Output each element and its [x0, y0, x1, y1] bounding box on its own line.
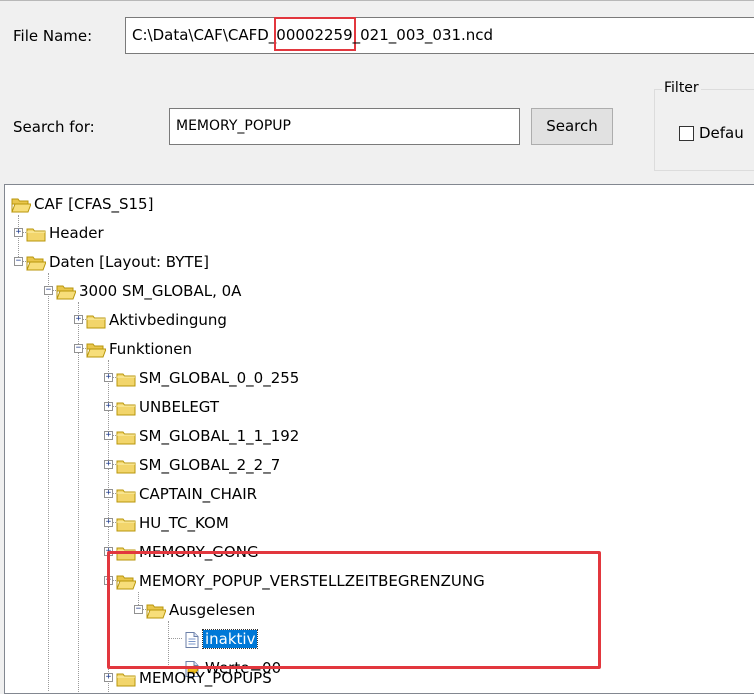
search-input-value: MEMORY_POPUP [176, 118, 292, 134]
caf-tree-view[interactable]: + − − + − + + + + + + + − − + CAF [CFAS_… [4, 184, 754, 694]
search-label: Search for: [13, 118, 95, 136]
file-name-label: File Name: [13, 27, 93, 45]
document-icon [182, 632, 202, 648]
expand-function-toggle[interactable]: + [104, 431, 113, 440]
folder-icon [116, 429, 136, 445]
folder-icon [116, 545, 136, 561]
expand-function-toggle[interactable]: + [104, 518, 113, 527]
tree-item-label: SM_GLOBAL_0_0_255 [139, 369, 300, 387]
tree-line [18, 215, 19, 261]
collapse-daten-toggle[interactable]: − [14, 257, 23, 266]
file-path-highlighted-id: 00002259 [274, 17, 357, 51]
folder-open-icon [116, 574, 136, 590]
folder-icon [116, 516, 136, 532]
tree-line [168, 667, 182, 668]
default-filter-checkbox[interactable] [679, 126, 694, 141]
file-path-prefix: C:\Data\CAF\CAFD_ [132, 26, 277, 44]
folder-icon [116, 487, 136, 503]
expand-function-toggle[interactable]: + [104, 402, 113, 411]
tree-item-label: Ausgelesen [169, 601, 256, 619]
tree-line [48, 273, 49, 691]
folder-open-icon [86, 342, 106, 358]
folder-icon [116, 671, 136, 687]
collapse-sm-global-toggle[interactable]: − [44, 286, 53, 295]
tree-item-label-selected: inaktiv [201, 629, 259, 649]
search-input[interactable]: MEMORY_POPUP [169, 108, 520, 145]
file-path-suffix: _021_003_031.ncd [352, 26, 494, 44]
expand-function-toggle[interactable]: + [104, 489, 113, 498]
folder-icon [116, 371, 136, 387]
collapse-verstell-toggle[interactable]: − [104, 576, 113, 585]
search-button[interactable]: Search [531, 108, 613, 145]
tree-item-label: MEMORY_POPUP_VERSTELLZEITBEGRENZUNG [139, 572, 485, 590]
tree-item-label: MEMORY_GONG [139, 543, 259, 561]
tree-item-label: Funktionen [109, 340, 192, 358]
tree-line [168, 621, 169, 667]
tree-item-label: HU_TC_KOM [139, 514, 229, 532]
window-top-border [0, 0, 754, 1]
collapse-funktionen-toggle[interactable]: − [74, 344, 83, 353]
tree-item-label: Header [49, 224, 104, 242]
expand-function-toggle[interactable]: + [104, 373, 113, 382]
tree-item-label: SM_GLOBAL_1_1_192 [139, 427, 300, 445]
filter-legend: Filter [662, 80, 701, 96]
file-name-field[interactable]: C:\Data\CAF\CAFD_00002259_021_003_031.nc… [125, 17, 754, 54]
default-filter-label: Defau [699, 124, 744, 142]
file-path-text: C:\Data\CAF\CAFD_00002259_021_003_031.nc… [132, 17, 494, 51]
folder-open-icon [56, 284, 76, 300]
expand-aktivbedingung-toggle[interactable]: + [74, 315, 83, 324]
folder-open-icon [26, 255, 46, 271]
tree-item-label: CAF [CFAS_S15] [34, 195, 154, 213]
expand-popups-toggle[interactable]: + [104, 673, 113, 682]
folder-icon [116, 400, 136, 416]
folder-open-icon [146, 603, 166, 619]
folder-icon [86, 313, 106, 329]
tree-item-label: UNBELEGT [139, 398, 220, 416]
expand-function-toggle[interactable]: + [104, 460, 113, 469]
tree-line [168, 638, 182, 639]
expand-function-toggle[interactable]: + [104, 547, 113, 556]
expand-header-toggle[interactable]: + [14, 228, 23, 237]
tree-item-label: CAPTAIN_CHAIR [139, 485, 258, 503]
folder-icon [116, 458, 136, 474]
tree-item-label: Daten [Layout: BYTE] [49, 253, 209, 271]
tree-item-label: Aktivbedingung [109, 311, 227, 329]
tree-item-label: SM_GLOBAL_2_2_7 [139, 456, 281, 474]
tree-item-label: 3000 SM_GLOBAL, 0A [79, 282, 242, 300]
collapse-ausgelesen-toggle[interactable]: − [134, 605, 143, 614]
tree-line [78, 302, 79, 692]
folder-icon [26, 226, 46, 242]
tree-item-label: MEMORY_POPUPS [139, 669, 272, 687]
folder-open-icon [11, 197, 31, 213]
